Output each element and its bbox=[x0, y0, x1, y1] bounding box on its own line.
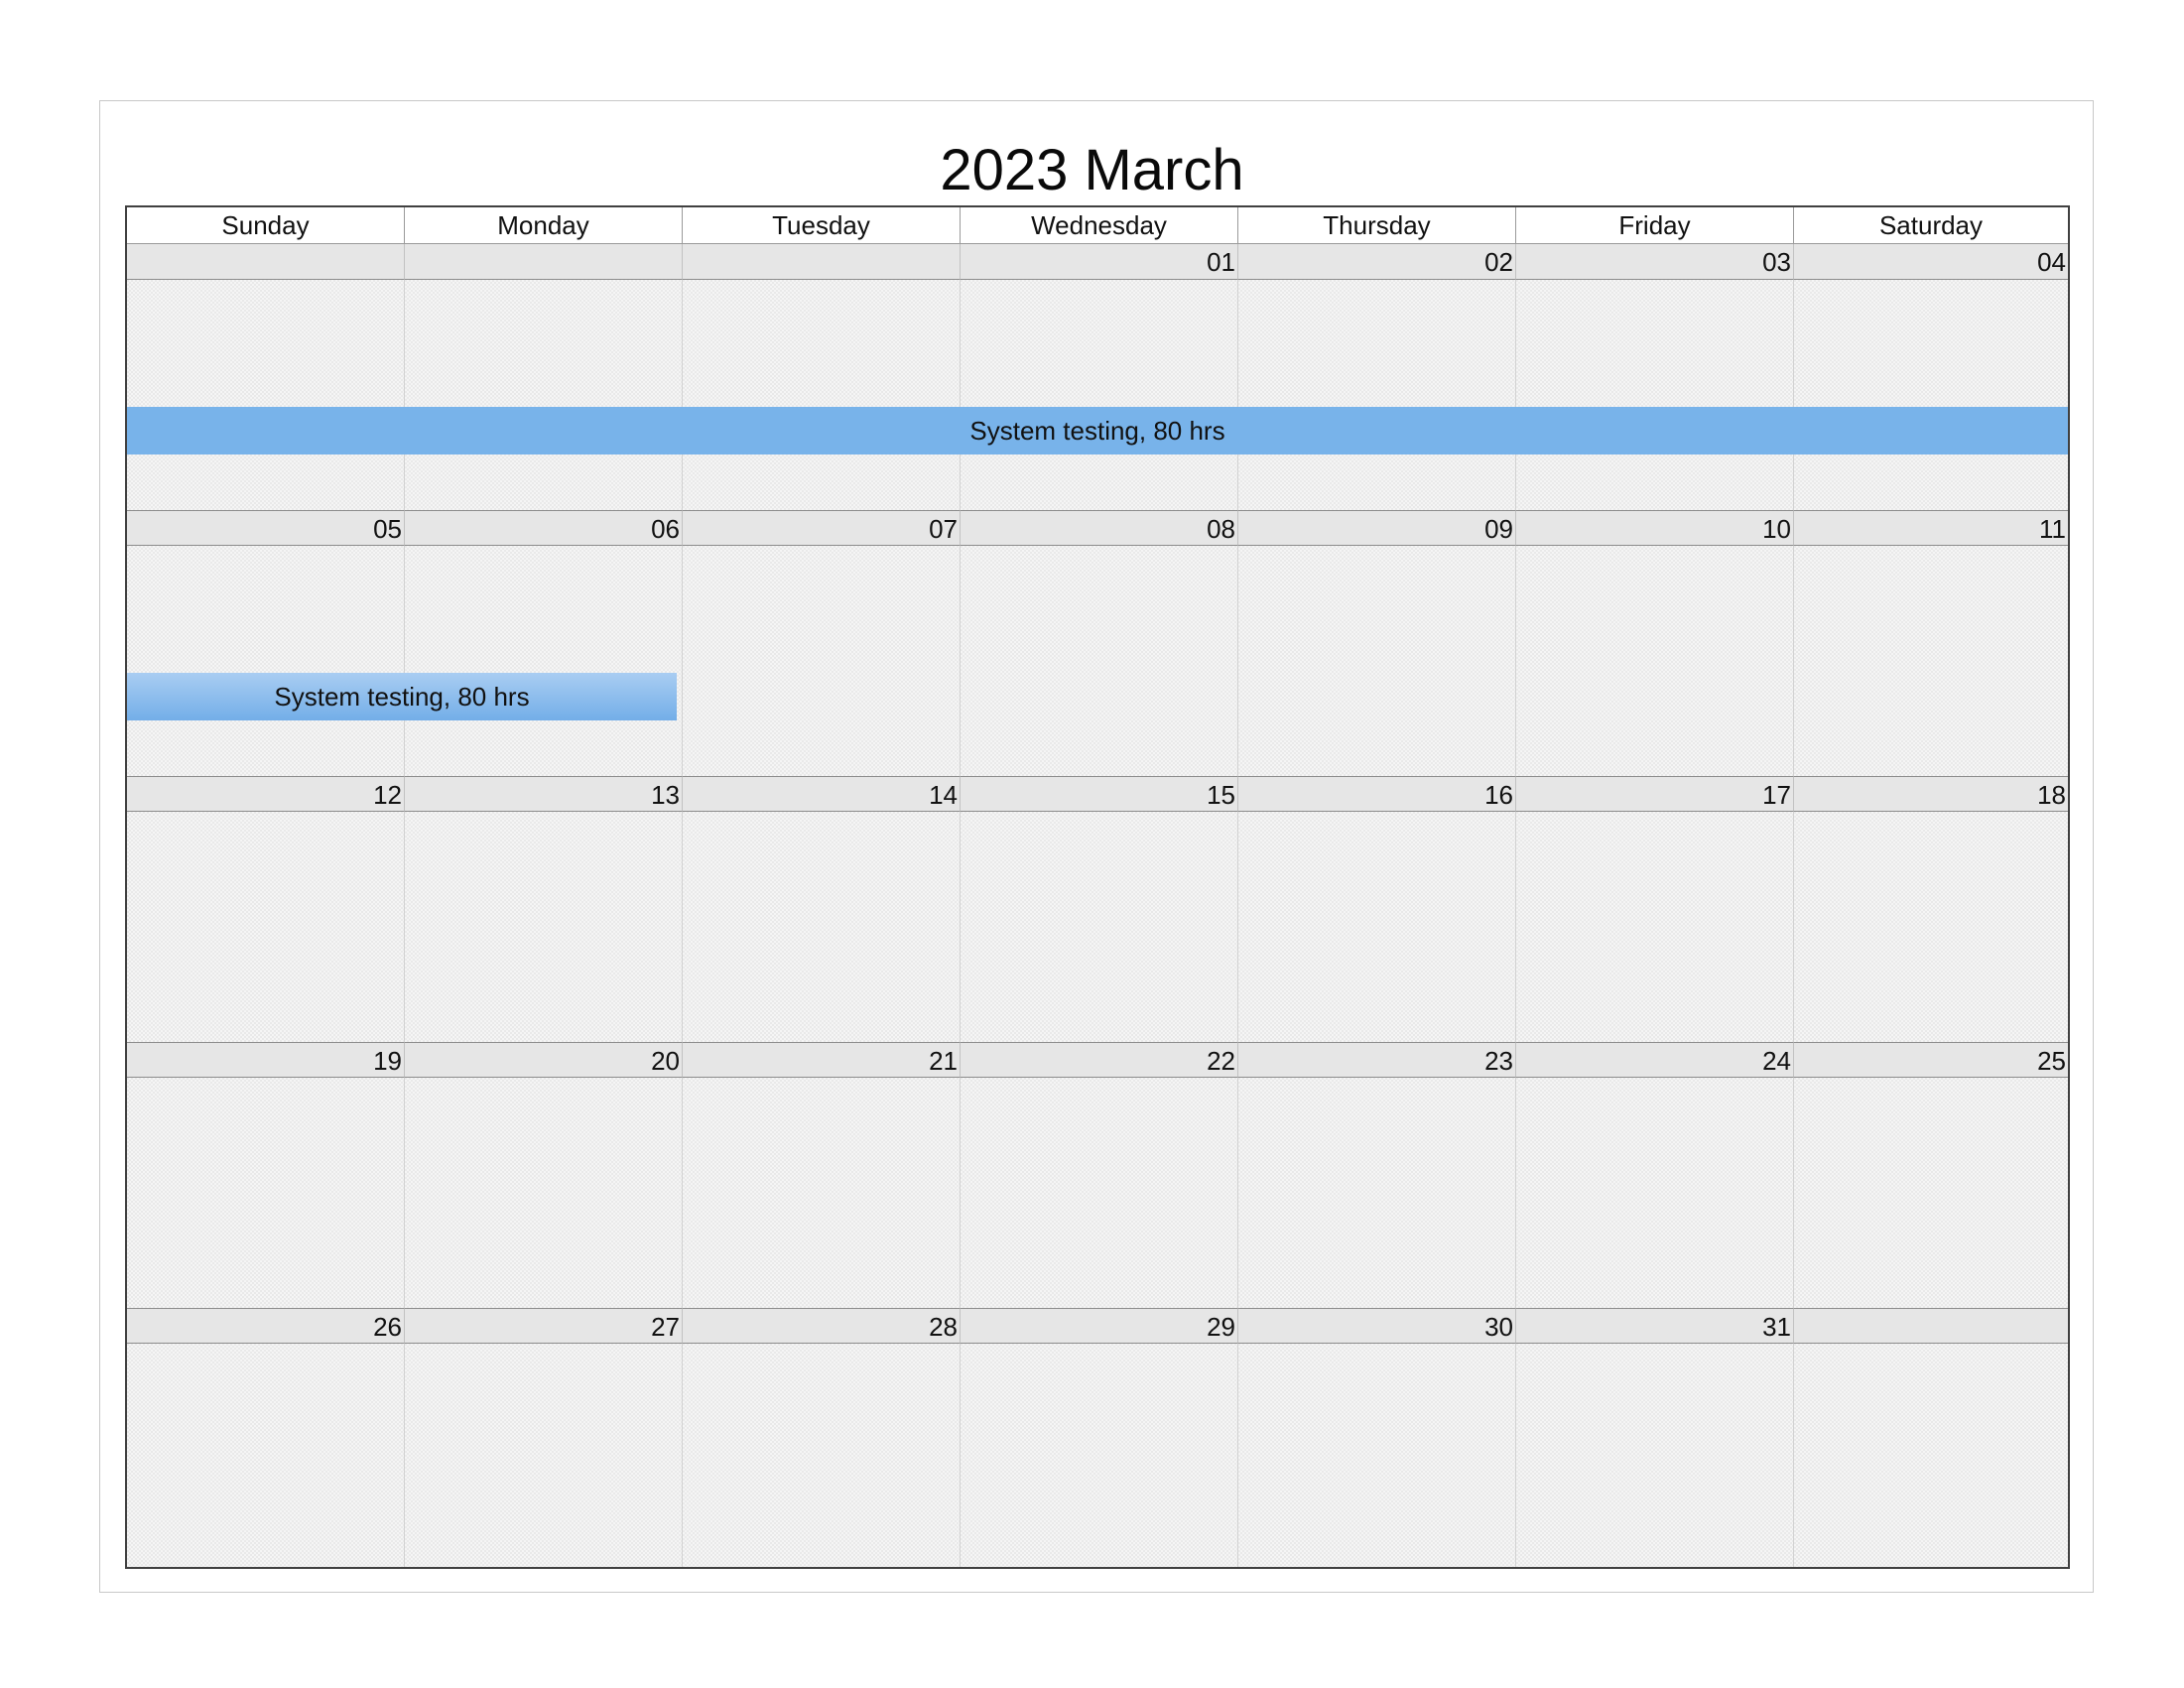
day-cell-body[interactable] bbox=[683, 812, 961, 1042]
date-cell[interactable] bbox=[1794, 1308, 2068, 1344]
day-cell-body[interactable] bbox=[1238, 812, 1516, 1042]
day-cell-body[interactable] bbox=[1516, 1344, 1794, 1567]
day-cell-body[interactable] bbox=[405, 1344, 683, 1567]
day-cell-body[interactable] bbox=[1794, 546, 2068, 776]
date-cell[interactable]: 29 bbox=[961, 1308, 1238, 1344]
date-cell[interactable]: 02 bbox=[1238, 244, 1516, 280]
date-cell[interactable]: 28 bbox=[683, 1308, 961, 1344]
date-cell[interactable]: 10 bbox=[1516, 510, 1794, 546]
weekday-header-tuesday: Tuesday bbox=[683, 207, 961, 244]
date-cell[interactable] bbox=[127, 244, 405, 280]
date-cell[interactable]: 23 bbox=[1238, 1042, 1516, 1078]
weekday-header-wednesday: Wednesday bbox=[961, 207, 1238, 244]
calendar-title: 2023 March bbox=[940, 138, 1244, 202]
date-cell[interactable] bbox=[405, 244, 683, 280]
day-cell-body[interactable] bbox=[1794, 280, 2068, 510]
date-cell[interactable]: 17 bbox=[1516, 776, 1794, 812]
day-cell-body[interactable] bbox=[1516, 1078, 1794, 1308]
day-cell-body[interactable] bbox=[127, 280, 405, 510]
date-cell[interactable]: 24 bbox=[1516, 1042, 1794, 1078]
day-cell-body[interactable] bbox=[1516, 546, 1794, 776]
day-cell-body[interactable] bbox=[1238, 546, 1516, 776]
day-cell-body[interactable] bbox=[405, 812, 683, 1042]
day-cell-body[interactable] bbox=[683, 546, 961, 776]
weekday-header-thursday: Thursday bbox=[1238, 207, 1516, 244]
date-cell[interactable]: 16 bbox=[1238, 776, 1516, 812]
date-cell[interactable]: 06 bbox=[405, 510, 683, 546]
date-cell[interactable]: 30 bbox=[1238, 1308, 1516, 1344]
day-cell-body[interactable] bbox=[683, 1344, 961, 1567]
day-cell-body[interactable] bbox=[961, 546, 1238, 776]
day-cell-body[interactable] bbox=[1794, 812, 2068, 1042]
date-cell[interactable]: 01 bbox=[961, 244, 1238, 280]
date-cell[interactable]: 09 bbox=[1238, 510, 1516, 546]
day-cell-body[interactable] bbox=[405, 280, 683, 510]
date-cell[interactable]: 26 bbox=[127, 1308, 405, 1344]
day-cell-body[interactable] bbox=[1238, 1344, 1516, 1567]
date-cell[interactable]: 03 bbox=[1516, 244, 1794, 280]
date-cell[interactable]: 04 bbox=[1794, 244, 2068, 280]
date-cell[interactable]: 21 bbox=[683, 1042, 961, 1078]
date-cell[interactable]: 15 bbox=[961, 776, 1238, 812]
date-cell[interactable]: 13 bbox=[405, 776, 683, 812]
event-bar-system-testing[interactable]: System testing, 80 hrs bbox=[127, 673, 677, 720]
day-cell-body[interactable] bbox=[683, 1078, 961, 1308]
day-cell-body[interactable] bbox=[1238, 1078, 1516, 1308]
month-grid: Sunday Monday Tuesday Wednesday Thursday Frid… bbox=[125, 205, 2070, 1569]
date-cell[interactable]: 27 bbox=[405, 1308, 683, 1344]
weekday-header-saturday: Saturday bbox=[1794, 207, 2068, 244]
date-cell[interactable]: 19 bbox=[127, 1042, 405, 1078]
date-cell[interactable]: 20 bbox=[405, 1042, 683, 1078]
day-cell-body[interactable] bbox=[1794, 1078, 2068, 1308]
day-cell-body[interactable] bbox=[961, 1078, 1238, 1308]
day-cell-body[interactable] bbox=[961, 280, 1238, 510]
date-cell[interactable]: 05 bbox=[127, 510, 405, 546]
day-cell-body[interactable] bbox=[127, 1344, 405, 1567]
date-cell[interactable]: 22 bbox=[961, 1042, 1238, 1078]
day-cell-body[interactable] bbox=[405, 546, 683, 776]
day-cell-body[interactable] bbox=[1794, 1344, 2068, 1567]
date-cell[interactable]: 18 bbox=[1794, 776, 2068, 812]
event-bar-system-testing[interactable]: System testing, 80 hrs bbox=[127, 407, 2068, 454]
weekday-header-monday: Monday bbox=[405, 207, 683, 244]
day-cell-body[interactable] bbox=[127, 546, 405, 776]
date-cell[interactable] bbox=[683, 244, 961, 280]
day-cell-body[interactable] bbox=[961, 1344, 1238, 1567]
day-cell-body[interactable] bbox=[127, 1078, 405, 1308]
day-cell-body[interactable] bbox=[405, 1078, 683, 1308]
day-cell-body[interactable] bbox=[1516, 280, 1794, 510]
date-cell[interactable]: 14 bbox=[683, 776, 961, 812]
weekday-header-friday: Friday bbox=[1516, 207, 1794, 244]
date-cell[interactable]: 08 bbox=[961, 510, 1238, 546]
day-cell-body[interactable] bbox=[683, 280, 961, 510]
date-cell[interactable]: 12 bbox=[127, 776, 405, 812]
day-cell-body[interactable] bbox=[127, 812, 405, 1042]
day-cell-body[interactable] bbox=[1516, 812, 1794, 1042]
day-cell-body[interactable] bbox=[1238, 280, 1516, 510]
date-cell[interactable]: 11 bbox=[1794, 510, 2068, 546]
day-cell-body[interactable] bbox=[961, 812, 1238, 1042]
weekday-header-sunday: Sunday bbox=[127, 207, 405, 244]
date-cell[interactable]: 31 bbox=[1516, 1308, 1794, 1344]
date-cell[interactable]: 07 bbox=[683, 510, 961, 546]
date-cell[interactable]: 25 bbox=[1794, 1042, 2068, 1078]
